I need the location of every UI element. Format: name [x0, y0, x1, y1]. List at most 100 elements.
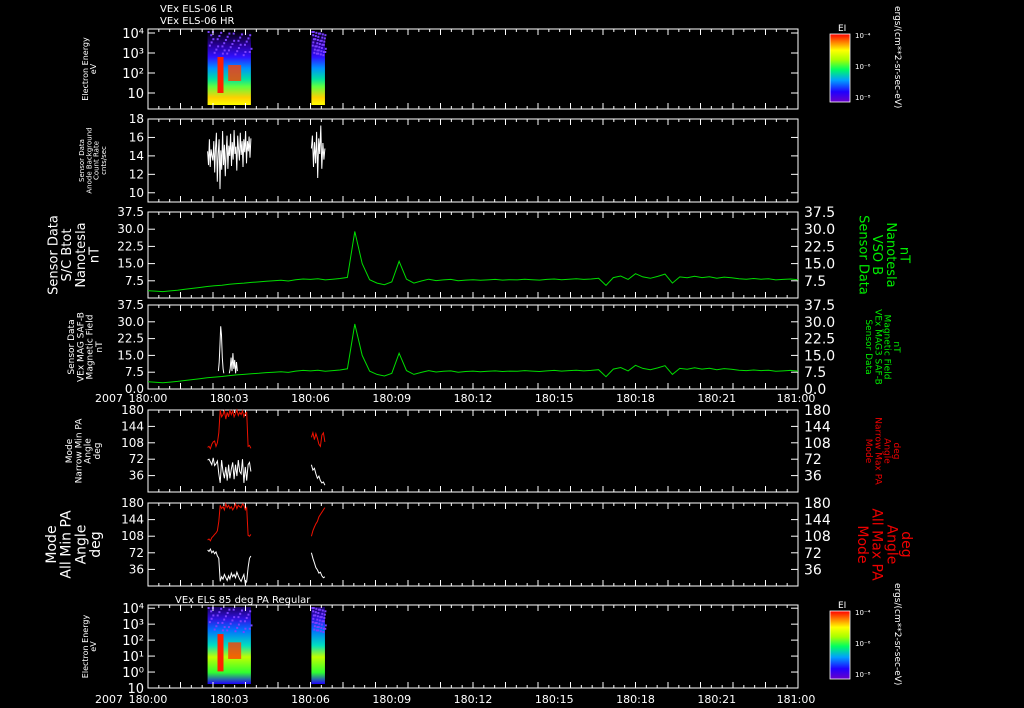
spectrogram-speckle [236, 50, 239, 53]
y-tick-label: 37.5 [117, 205, 144, 219]
spectrogram-speckle [237, 47, 240, 49]
spectrogram-speckle [312, 41, 315, 44]
y-tick-label-right: 144 [804, 513, 831, 529]
y-tick-label-right: 36 [804, 562, 822, 578]
spectrogram-speckle [247, 613, 250, 616]
spectrogram-speckle [216, 614, 219, 617]
time-tick-label: 180:18 [616, 392, 655, 405]
spectrogram-speckle [324, 51, 327, 53]
panel-all-pa: 36 3672 72108 108144 144180 180ModeAll Min PA… [44, 496, 914, 587]
series-line-white [207, 130, 252, 190]
spectrogram-speckle [317, 626, 320, 629]
y-tick-label: 36 [129, 562, 144, 576]
spectrogram-speckle [316, 618, 319, 621]
y-tick-label: 7.5 [125, 365, 144, 379]
panel-narrow-pa: 36 3672 72108 108144 144180 180Mode Narrow Min… [65, 403, 901, 493]
time-tick-label: 180:12 [454, 392, 493, 405]
y-axis-label: All Min PA [59, 510, 75, 579]
spectrogram-speckle [240, 609, 243, 612]
spectrogram-speckle [313, 51, 316, 54]
y-axis-label: nT [95, 341, 105, 353]
spectrogram-speckle [229, 622, 232, 625]
series-line-all-min-pa [310, 552, 326, 579]
spectrogram-speckle [208, 44, 211, 47]
colorbar-unit-label: ergs/(cm**2-sr-sec-eV) [892, 583, 902, 685]
spectrogram-speckle [232, 608, 235, 611]
spectrogram-speckle [236, 626, 239, 629]
right-axis-label: VEx MAG3 SAF-B [872, 309, 882, 385]
y-tick-label: 180 [121, 403, 144, 417]
y-tick-label-right: 7.5 [804, 274, 826, 290]
spectrogram-speckle [240, 33, 243, 36]
spectrogram-feature [228, 642, 242, 659]
y-tick-label: 30.0 [117, 315, 144, 329]
colorbar-top: EI 10⁻⁴ 10⁻⁶ 10⁻⁸ ergs/(cm**2-sr-sec-eV) [829, 6, 902, 108]
spectrogram-speckle [318, 46, 321, 49]
y-tick-label: 10² [122, 67, 144, 82]
series-line-narrow-min-pa [207, 457, 252, 483]
right-axis-label: VSO B [869, 235, 884, 275]
y-tick-label: 30.0 [117, 222, 144, 236]
spectrogram-speckle [207, 607, 210, 609]
panel-85pa-spectrogram: 1010⁰10¹10²10³10⁴Electron Energy eV [81, 602, 799, 697]
year-label: 2007 [95, 693, 123, 706]
spectrogram-speckle [311, 44, 314, 47]
spectrogram-speckle [313, 628, 316, 631]
plot-figure: VEx ELS-06 LR VEx ELS-06 HR VEx ELS 85 d… [0, 0, 1024, 708]
spectrogram-speckle [312, 34, 315, 37]
spectrogram-speckle [213, 628, 216, 631]
spectrogram-speckle [245, 616, 248, 619]
spectrogram-speckle [324, 624, 327, 627]
y-tick-label: 10³ [122, 618, 144, 633]
y-tick-label: 72 [129, 546, 144, 560]
y-tick-label: 10¹ [122, 650, 144, 665]
right-axis-label: Angle [882, 438, 892, 464]
spectrogram-speckle [316, 615, 319, 618]
spectrogram-speckle [227, 626, 230, 629]
spectrogram-speckle [244, 51, 247, 53]
spectrogram-speckle [319, 608, 322, 611]
spectrogram-speckle [322, 43, 325, 46]
spectrogram-speckle [249, 610, 252, 613]
spectrogram-feature [228, 65, 242, 81]
right-axis-label: Mode [863, 439, 873, 464]
spectrogram-speckle [244, 627, 247, 630]
colorbar-bottom: EI 10⁻⁴ 10⁻⁶ 10⁻⁸ ergs/(cm**2-sr-sec-eV) [829, 583, 902, 685]
spectrogram-speckle [226, 52, 229, 55]
y-tick-label: 10 [129, 186, 144, 200]
y-tick-label-right: 108 [804, 436, 831, 452]
spectrogram-speckle [315, 607, 318, 610]
spectrogram-speckle [207, 31, 210, 33]
y-tick-label-right: 36 [804, 469, 822, 485]
spectrogram-speckle [319, 53, 322, 56]
right-axis-label: deg [898, 531, 914, 557]
y-tick-label-right: 144 [804, 419, 831, 435]
spectrogram-speckle [317, 629, 320, 632]
spectrogram-speckle [218, 611, 221, 614]
spectrogram-speckle [224, 39, 227, 41]
spectrogram-speckle [320, 626, 323, 629]
spectrogram-speckle [229, 46, 232, 49]
spectrogram-speckle [312, 610, 315, 613]
time-tick-label: 180:21 [697, 392, 736, 405]
spectrogram-speckle [314, 611, 317, 614]
spectrogram-speckle [221, 45, 224, 48]
spectrogram-speckle [245, 40, 248, 43]
time-tick-label: 180:06 [291, 392, 330, 405]
spectrogram-speckle [239, 36, 242, 39]
spectrogram-speckle [210, 34, 213, 37]
spectrogram-speckle [212, 614, 215, 617]
y-tick-label: 18 [129, 112, 144, 126]
spectrogram-speckle [248, 51, 251, 53]
right-axis-label: Nanotesla [883, 222, 898, 287]
spectrogram-speckle [323, 616, 326, 619]
time-tick-label: 180:06 [291, 693, 330, 706]
y-tick-label-right: 30.0 [804, 222, 835, 238]
y-tick-label-right: 15.0 [804, 348, 835, 364]
right-axis-label: Magnetic Field [882, 315, 892, 380]
spectrogram-speckle [221, 629, 224, 632]
spectrogram-speckle [322, 54, 325, 57]
panel-mag-saf-b: 0.0 0.07.5 7.515.0 15.022.5 22.530.0 30.037.5… [67, 298, 901, 398]
y-tick-label-right: 15.0 [804, 257, 835, 273]
y-tick-label: 10² [122, 634, 144, 649]
